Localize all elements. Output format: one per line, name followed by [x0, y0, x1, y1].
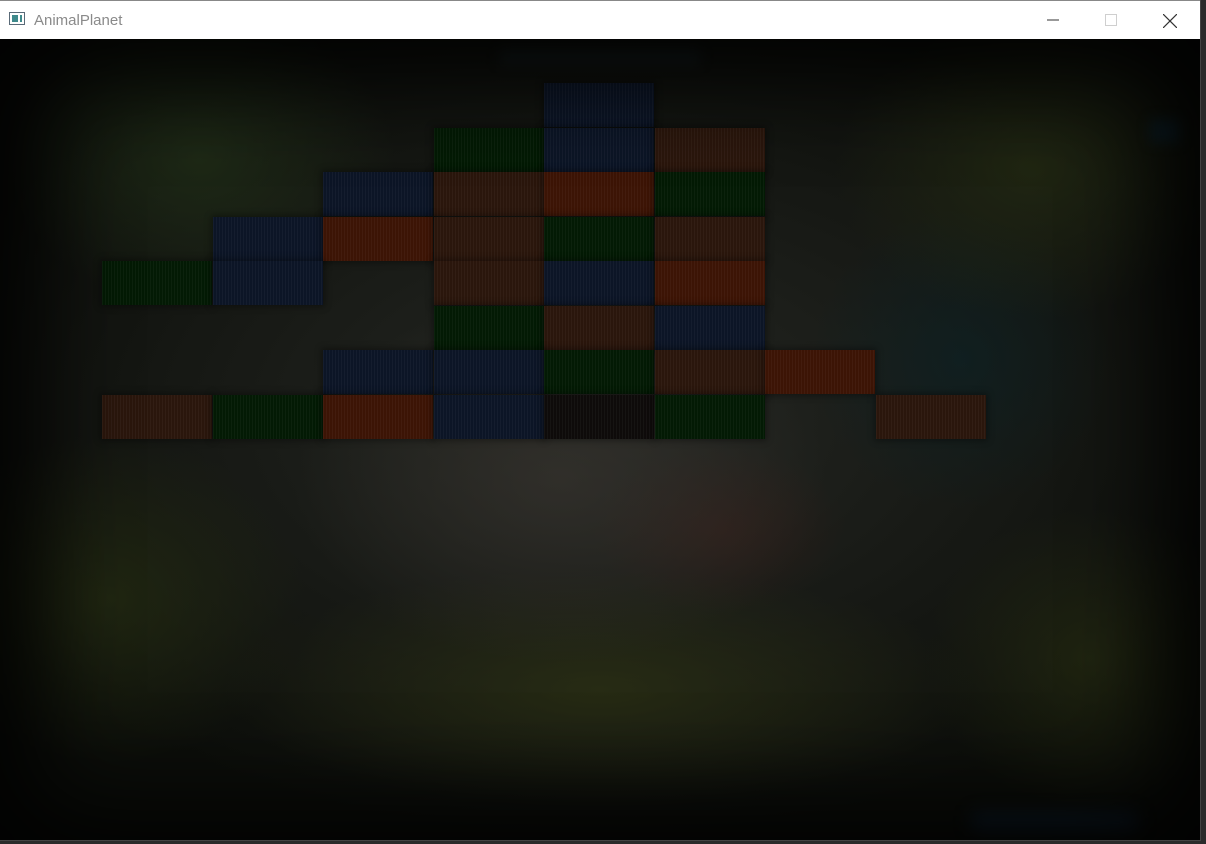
tile-green[interactable] [434, 128, 544, 172]
game-viewport[interactable] [0, 39, 1200, 840]
tile-brown[interactable] [655, 217, 765, 261]
tile-orange[interactable] [323, 395, 433, 439]
tile-green[interactable] [655, 395, 765, 439]
app-icon [9, 12, 25, 25]
tile-navy[interactable] [544, 128, 654, 172]
tile-brown[interactable] [434, 172, 544, 216]
title-bar[interactable]: AnimalPlanet [0, 0, 1200, 39]
tile-brown[interactable] [655, 350, 765, 394]
tile-navy[interactable] [434, 395, 544, 439]
tile-brown[interactable] [655, 128, 765, 172]
tile-navy[interactable] [655, 306, 765, 350]
tile-orange[interactable] [765, 350, 875, 394]
tile-brown[interactable] [102, 395, 212, 439]
tile-orange[interactable] [323, 217, 433, 261]
tile-navy[interactable] [434, 350, 544, 394]
tile-navy[interactable] [323, 350, 433, 394]
tile-green[interactable] [213, 395, 323, 439]
tile-navy[interactable] [213, 217, 323, 261]
close-icon [1163, 14, 1177, 28]
tile-green[interactable] [544, 350, 654, 394]
tile-navy[interactable] [213, 261, 323, 305]
tile-navy[interactable] [323, 172, 433, 216]
tile-green[interactable] [544, 217, 654, 261]
minimize-button[interactable] [1024, 1, 1082, 40]
tile-brown[interactable] [434, 261, 544, 305]
blurred-footer [970, 811, 1140, 833]
tile-brown[interactable] [544, 306, 654, 350]
tile-orange[interactable] [544, 172, 654, 216]
tile-dark[interactable] [544, 395, 654, 439]
tile-navy[interactable] [544, 83, 654, 127]
minimize-icon [1047, 19, 1059, 21]
tile-brown[interactable] [876, 395, 986, 439]
tile-board[interactable] [0, 39, 1200, 840]
tile-brown[interactable] [434, 217, 544, 261]
close-button[interactable] [1140, 1, 1198, 40]
tile-green[interactable] [102, 261, 212, 305]
maximize-icon [1105, 14, 1117, 26]
maximize-button[interactable] [1082, 1, 1140, 40]
tile-orange[interactable] [655, 261, 765, 305]
tile-green[interactable] [655, 172, 765, 216]
app-window: AnimalPlanet [0, 0, 1201, 841]
tile-green[interactable] [434, 306, 544, 350]
window-title: AnimalPlanet [34, 12, 123, 29]
tile-navy[interactable] [544, 261, 654, 305]
